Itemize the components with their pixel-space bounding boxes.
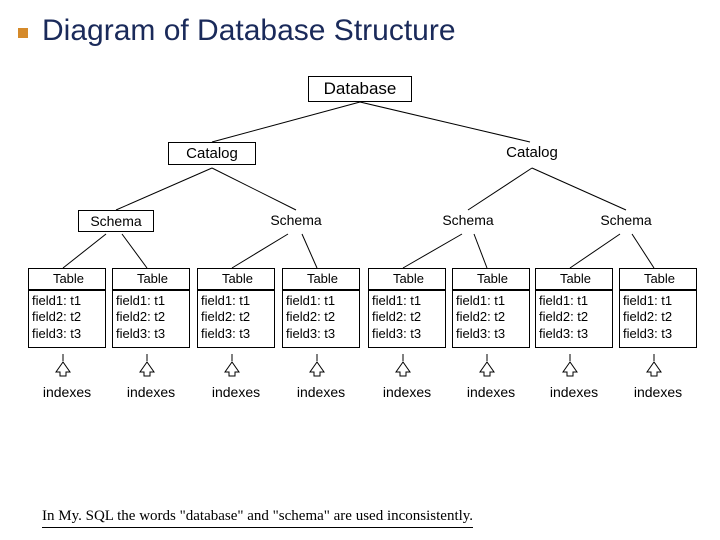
indexes-label: indexes bbox=[452, 384, 530, 400]
indexes-label: indexes bbox=[535, 384, 613, 400]
page-title: Diagram of Database Structure bbox=[42, 14, 456, 48]
table-header: Table bbox=[535, 268, 613, 290]
table-header: Table bbox=[28, 268, 106, 290]
node-catalog-right: Catalog bbox=[488, 142, 576, 163]
table-body: field1: t1field2: t2field3: t3 bbox=[619, 290, 697, 348]
table-body: field1: t1field2: t2field3: t3 bbox=[535, 290, 613, 348]
node-catalog-left: Catalog bbox=[168, 142, 256, 165]
indexes-label: indexes bbox=[368, 384, 446, 400]
diagram-stage: Database Catalog Catalog Schema Schema S… bbox=[0, 58, 720, 488]
indexes-label: indexes bbox=[112, 384, 190, 400]
title-bullet bbox=[18, 28, 28, 38]
table-header: Table bbox=[282, 268, 360, 290]
table-header: Table bbox=[112, 268, 190, 290]
indexes-label: indexes bbox=[28, 384, 106, 400]
table-header: Table bbox=[197, 268, 275, 290]
node-database: Database bbox=[308, 76, 412, 102]
table-body: field1: t1field2: t2field3: t3 bbox=[28, 290, 106, 348]
table-body: field1: t1field2: t2field3: t3 bbox=[112, 290, 190, 348]
table-header: Table bbox=[619, 268, 697, 290]
table-body: field1: t1field2: t2field3: t3 bbox=[282, 290, 360, 348]
node-schema-4: Schema bbox=[588, 210, 664, 230]
node-schema-3: Schema bbox=[430, 210, 506, 230]
indexes-label: indexes bbox=[197, 384, 275, 400]
indexes-label: indexes bbox=[619, 384, 697, 400]
table-body: field1: t1field2: t2field3: t3 bbox=[368, 290, 446, 348]
table-header: Table bbox=[368, 268, 446, 290]
table-body: field1: t1field2: t2field3: t3 bbox=[452, 290, 530, 348]
table-header: Table bbox=[452, 268, 530, 290]
table-body: field1: t1field2: t2field3: t3 bbox=[197, 290, 275, 348]
footnote: In My. SQL the words "database" and "sch… bbox=[42, 508, 473, 528]
indexes-label: indexes bbox=[282, 384, 360, 400]
node-schema-1: Schema bbox=[78, 210, 154, 232]
node-schema-2: Schema bbox=[258, 210, 334, 230]
